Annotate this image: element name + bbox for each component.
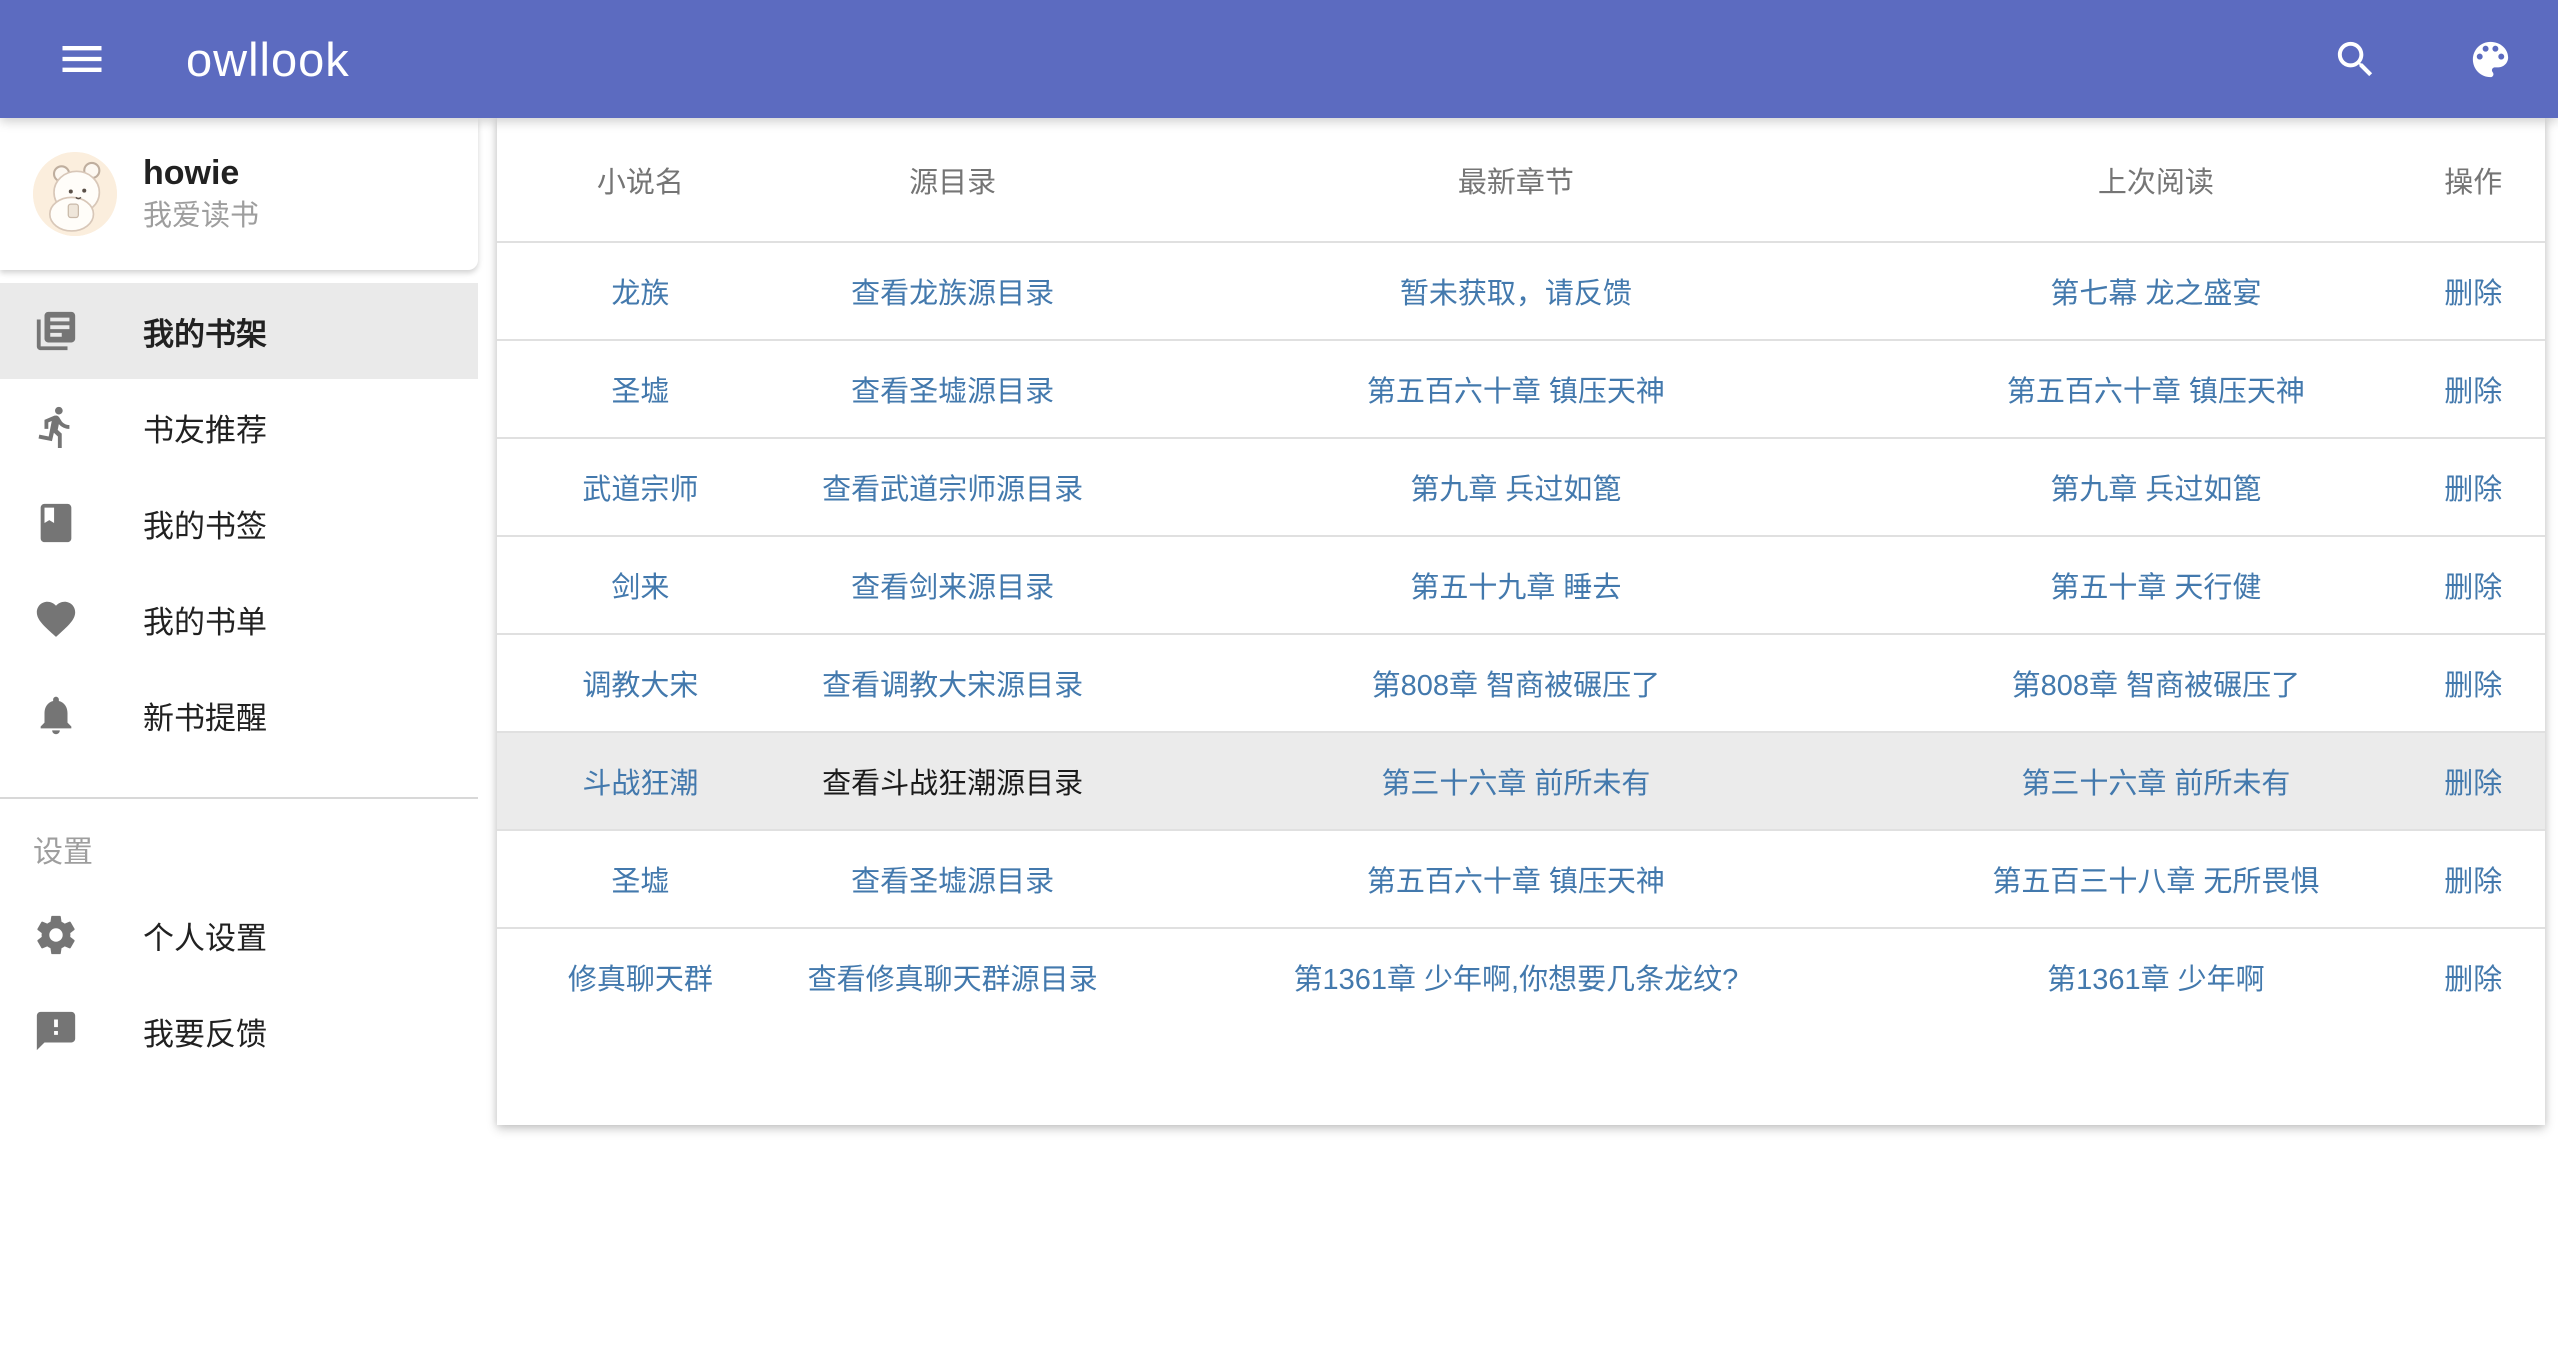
bookshelf-table: 小说名 源目录 最新章节 上次阅读 操作 龙族 查看龙族源目录 暂未获取，请反馈… xyxy=(497,118,2545,1025)
last-read-link[interactable]: 第五十章 天行健 xyxy=(2050,572,2261,604)
novel-name-link[interactable]: 龙族 xyxy=(611,278,669,310)
sidebar-item-personal-settings[interactable]: 个人设置 xyxy=(0,887,478,983)
latest-chapter-link[interactable]: 第1361章 少年啊,你想要几条龙纹? xyxy=(1293,964,1738,996)
source-catalog-link[interactable]: 查看剑来源目录 xyxy=(851,572,1054,604)
source-catalog-link[interactable]: 查看修真聊天群源目录 xyxy=(808,964,1098,996)
novel-name-link[interactable]: 圣墟 xyxy=(611,376,669,408)
last-read-link[interactable]: 第九章 兵过如篦 xyxy=(2050,474,2261,506)
bell-icon xyxy=(33,692,79,738)
source-catalog-link[interactable]: 查看龙族源目录 xyxy=(851,278,1054,310)
delete-button[interactable]: 删除 xyxy=(2444,278,2502,310)
sidebar-item-recommend[interactable]: 书友推荐 xyxy=(0,379,478,475)
owllook-page: owllook xyxy=(0,0,2558,1358)
last-read-link[interactable]: 第五百六十章 镇压天神 xyxy=(2007,376,2305,408)
novel-name-link[interactable]: 斗战狂潮 xyxy=(582,768,698,800)
last-read-link[interactable]: 第1361章 少年啊 xyxy=(2047,964,2265,996)
delete-button[interactable]: 删除 xyxy=(2444,572,2502,604)
gear-icon xyxy=(33,912,79,958)
source-catalog-link[interactable]: 查看武道宗师源目录 xyxy=(822,474,1083,506)
settings-section-label: 设置 xyxy=(0,799,478,887)
delete-button[interactable]: 删除 xyxy=(2444,474,2502,506)
source-catalog-link[interactable]: 查看斗战狂潮源目录 xyxy=(822,768,1083,800)
sidebar-item-new-book-alert[interactable]: 新书提醒 xyxy=(0,667,478,763)
avatar xyxy=(33,152,117,236)
header-last-read: 上次阅读 xyxy=(1910,118,2402,242)
table-header-row: 小说名 源目录 最新章节 上次阅读 操作 xyxy=(497,118,2545,242)
user-card: howie 我爱读书 xyxy=(0,118,478,270)
sidebar-item-label: 我的书架 xyxy=(143,309,267,354)
sidebar-item-bookmarks[interactable]: 我的书签 xyxy=(0,475,478,571)
sidebar-menu: 我的书架 书友推荐 我的书签 我的书单 xyxy=(0,270,478,1079)
app-title[interactable]: owllook xyxy=(186,32,350,87)
table-row: 调教大宋 查看调教大宋源目录 第808章 智商被碾压了 第808章 智商被碾压了… xyxy=(497,634,2545,732)
bookshelf-card: 小说名 源目录 最新章节 上次阅读 操作 龙族 查看龙族源目录 暂未获取，请反馈… xyxy=(497,118,2545,1125)
novel-name-link[interactable]: 剑来 xyxy=(611,572,669,604)
table-row: 龙族 查看龙族源目录 暂未获取，请反馈 第七幕 龙之盛宴 删除 xyxy=(497,242,2545,340)
sidebar-item-label: 我的书签 xyxy=(143,501,267,546)
latest-chapter-link[interactable]: 暂未获取，请反馈 xyxy=(1400,278,1632,310)
delete-button[interactable]: 删除 xyxy=(2444,866,2502,898)
latest-chapter-link[interactable]: 第五百六十章 镇压天神 xyxy=(1367,866,1665,898)
heart-icon xyxy=(33,596,79,642)
table-row: 圣墟 查看圣墟源目录 第五百六十章 镇压天神 第五百六十章 镇压天神 删除 xyxy=(497,340,2545,438)
delete-button[interactable]: 删除 xyxy=(2444,376,2502,408)
latest-chapter-link[interactable]: 第九章 兵过如篦 xyxy=(1410,474,1621,506)
navbar-actions xyxy=(2332,36,2514,83)
sidebar-item-label: 书友推荐 xyxy=(143,405,267,450)
header-source-catalog: 源目录 xyxy=(784,118,1122,242)
last-read-link[interactable]: 第七幕 龙之盛宴 xyxy=(2050,278,2261,310)
palette-icon[interactable] xyxy=(2467,36,2514,83)
source-catalog-link[interactable]: 查看调教大宋源目录 xyxy=(822,670,1083,702)
novel-name-link[interactable]: 武道宗师 xyxy=(582,474,698,506)
source-catalog-link[interactable]: 查看圣墟源目录 xyxy=(851,866,1054,898)
library-books-icon xyxy=(33,308,79,354)
table-row: 修真聊天群 查看修真聊天群源目录 第1361章 少年啊,你想要几条龙纹? 第13… xyxy=(497,928,2545,1025)
table-row-hovered: 斗战狂潮 查看斗战狂潮源目录 第三十六章 前所未有 第三十六章 前所未有 删除 xyxy=(497,732,2545,830)
user-info: howie 我爱读书 xyxy=(143,155,259,232)
header-latest-chapter: 最新章节 xyxy=(1122,118,1910,242)
delete-button[interactable]: 删除 xyxy=(2444,670,2502,702)
header-novel-name: 小说名 xyxy=(497,118,784,242)
table-row: 剑来 查看剑来源目录 第五十九章 睡去 第五十章 天行健 删除 xyxy=(497,536,2545,634)
delete-button[interactable]: 删除 xyxy=(2444,964,2502,996)
delete-button[interactable]: 删除 xyxy=(2444,768,2502,800)
novel-name-link[interactable]: 圣墟 xyxy=(611,866,669,898)
header-actions: 操作 xyxy=(2402,118,2545,242)
last-read-link[interactable]: 第三十六章 前所未有 xyxy=(2021,768,2290,800)
latest-chapter-link[interactable]: 第五十九章 睡去 xyxy=(1410,572,1621,604)
last-read-link[interactable]: 第808章 智商被碾压了 xyxy=(2012,670,2300,702)
novel-name-link[interactable]: 修真聊天群 xyxy=(568,964,713,996)
book-bookmark-icon xyxy=(33,500,79,546)
latest-chapter-link[interactable]: 第三十六章 前所未有 xyxy=(1381,768,1650,800)
menu-icon[interactable] xyxy=(56,33,108,85)
sidebar-item-label: 我要反馈 xyxy=(143,1009,267,1054)
sidebar-item-feedback[interactable]: 我要反馈 xyxy=(0,983,478,1079)
last-read-link[interactable]: 第五百三十八章 无所畏惧 xyxy=(1992,866,2319,898)
search-icon[interactable] xyxy=(2332,36,2379,83)
directions-run-icon xyxy=(33,404,79,450)
latest-chapter-link[interactable]: 第五百六十章 镇压天神 xyxy=(1367,376,1665,408)
table-row: 武道宗师 查看武道宗师源目录 第九章 兵过如篦 第九章 兵过如篦 删除 xyxy=(497,438,2545,536)
feedback-icon xyxy=(33,1008,79,1054)
sidebar-item-bookshelf[interactable]: 我的书架 xyxy=(0,283,478,379)
user-motto: 我爱读书 xyxy=(143,201,259,233)
sidebar-item-label: 新书提醒 xyxy=(143,693,267,738)
latest-chapter-link[interactable]: 第808章 智商被碾压了 xyxy=(1372,670,1660,702)
novel-name-link[interactable]: 调教大宋 xyxy=(582,670,698,702)
sidebar-item-label: 我的书单 xyxy=(143,597,267,642)
top-navbar: owllook xyxy=(0,0,2558,118)
sidebar-item-booklist[interactable]: 我的书单 xyxy=(0,571,478,667)
source-catalog-link[interactable]: 查看圣墟源目录 xyxy=(851,376,1054,408)
user-name: howie xyxy=(143,155,259,192)
sidebar-item-label: 个人设置 xyxy=(143,913,267,958)
sidebar: howie 我爱读书 我的书架 书友推荐 我的书签 xyxy=(0,118,478,1358)
table-row: 圣墟 查看圣墟源目录 第五百六十章 镇压天神 第五百三十八章 无所畏惧 删除 xyxy=(497,830,2545,928)
